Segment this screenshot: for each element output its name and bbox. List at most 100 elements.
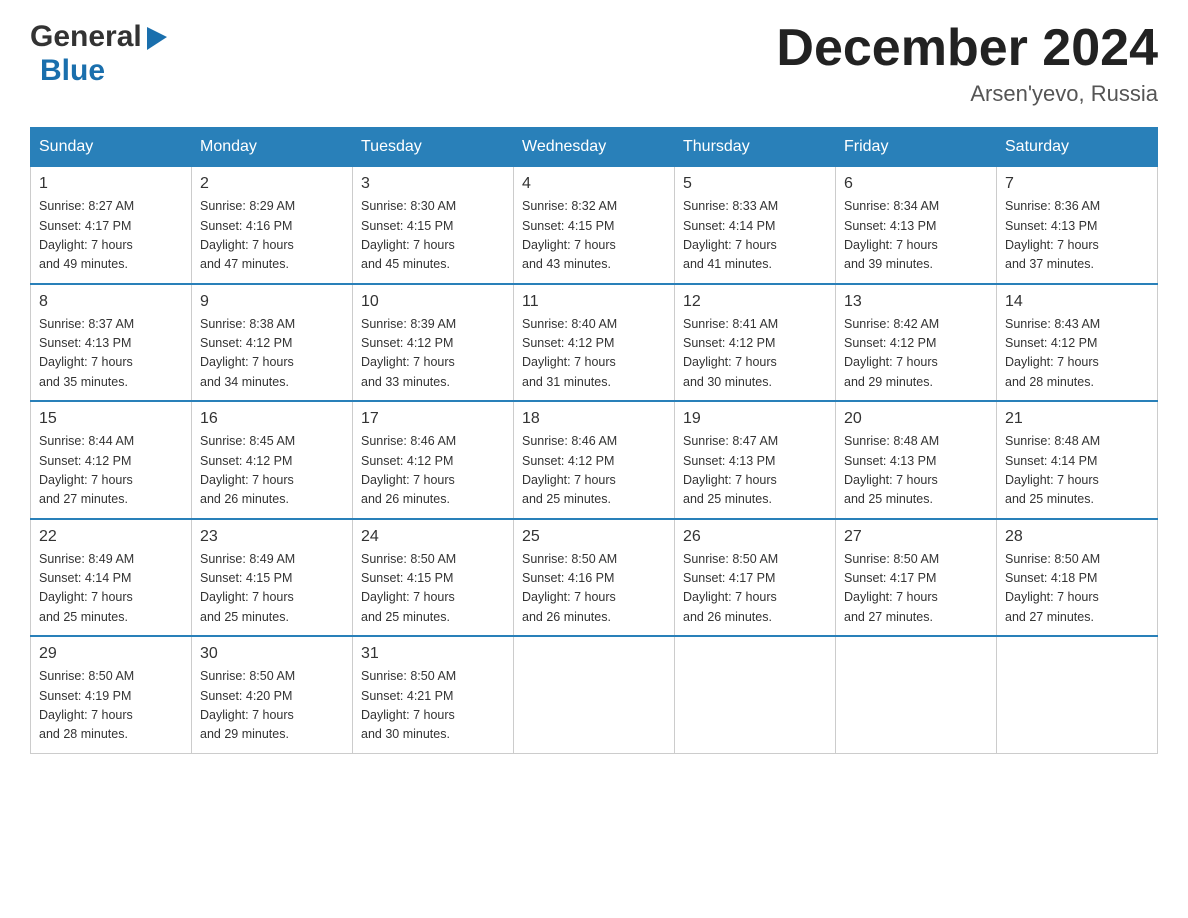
day-info: Sunrise: 8:46 AMSunset: 4:12 PMDaylight:… [361, 432, 505, 510]
table-row [514, 636, 675, 753]
table-row: 6 Sunrise: 8:34 AMSunset: 4:13 PMDaylight… [836, 167, 997, 284]
weekday-header-row: SundayMondayTuesdayWednesdayThursdayFrid… [31, 128, 1158, 167]
day-info: Sunrise: 8:40 AMSunset: 4:12 PMDaylight:… [522, 315, 666, 393]
day-info: Sunrise: 8:32 AMSunset: 4:15 PMDaylight:… [522, 197, 666, 275]
day-number: 21 [1005, 410, 1149, 428]
day-info: Sunrise: 8:47 AMSunset: 4:13 PMDaylight:… [683, 432, 827, 510]
day-number: 4 [522, 175, 666, 193]
table-row: 26 Sunrise: 8:50 AMSunset: 4:17 PMDayligh… [675, 519, 836, 637]
day-number: 29 [39, 645, 183, 663]
logo-general-text: General [30, 20, 142, 54]
table-row: 3 Sunrise: 8:30 AMSunset: 4:15 PMDaylight… [353, 167, 514, 284]
day-number: 13 [844, 293, 988, 311]
weekday-header-monday: Monday [192, 128, 353, 167]
day-number: 6 [844, 175, 988, 193]
table-row: 20 Sunrise: 8:48 AMSunset: 4:13 PMDayligh… [836, 401, 997, 519]
day-info: Sunrise: 8:50 AMSunset: 4:20 PMDaylight:… [200, 667, 344, 745]
day-info: Sunrise: 8:50 AMSunset: 4:17 PMDaylight:… [683, 550, 827, 628]
day-info: Sunrise: 8:30 AMSunset: 4:15 PMDaylight:… [361, 197, 505, 275]
day-info: Sunrise: 8:48 AMSunset: 4:13 PMDaylight:… [844, 432, 988, 510]
table-row: 17Sunrise: 8:46 AMSunset: 4:12 PMDayligh… [353, 401, 514, 519]
weekday-header-saturday: Saturday [997, 128, 1158, 167]
day-info: Sunrise: 8:48 AMSunset: 4:14 PMDaylight:… [1005, 432, 1149, 510]
day-info: Sunrise: 8:29 AMSunset: 4:16 PMDaylight:… [200, 197, 344, 275]
logo-arrow-icon [142, 22, 172, 52]
calendar-week-4: 22Sunrise: 8:49 AMSunset: 4:14 PMDayligh… [31, 519, 1158, 637]
day-number: 14 [1005, 293, 1149, 311]
month-title: December 2024 [776, 20, 1158, 77]
day-number: 3 [361, 175, 505, 193]
calendar-week-5: 29 Sunrise: 8:50 AMSunset: 4:19 PMDayligh… [31, 636, 1158, 753]
table-row: 10 Sunrise: 8:39 AMSunset: 4:12 PMDayligh… [353, 284, 514, 402]
table-row: 28 Sunrise: 8:50 AMSunset: 4:18 PMDayligh… [997, 519, 1158, 637]
day-info: Sunrise: 8:33 AMSunset: 4:14 PMDaylight:… [683, 197, 827, 275]
weekday-header-friday: Friday [836, 128, 997, 167]
day-info: Sunrise: 8:50 AMSunset: 4:19 PMDaylight:… [39, 667, 183, 745]
day-number: 9 [200, 293, 344, 311]
logo-blue-text: Blue [40, 54, 105, 87]
table-row: 1Sunrise: 8:27 AMSunset: 4:17 PMDaylight… [31, 167, 192, 284]
day-number: 20 [844, 410, 988, 428]
table-row [997, 636, 1158, 753]
day-number: 1 [39, 175, 183, 193]
table-row: 21 Sunrise: 8:48 AMSunset: 4:14 PMDayligh… [997, 401, 1158, 519]
day-number: 28 [1005, 528, 1149, 546]
table-row: 24Sunrise: 8:50 AMSunset: 4:15 PMDayligh… [353, 519, 514, 637]
day-info: Sunrise: 8:50 AMSunset: 4:18 PMDaylight:… [1005, 550, 1149, 628]
day-number: 2 [200, 175, 344, 193]
table-row: 13 Sunrise: 8:42 AMSunset: 4:12 PMDayligh… [836, 284, 997, 402]
table-row: 8 Sunrise: 8:37 AMSunset: 4:13 PMDaylight… [31, 284, 192, 402]
day-info: Sunrise: 8:41 AMSunset: 4:12 PMDaylight:… [683, 315, 827, 393]
day-number: 30 [200, 645, 344, 663]
day-info: Sunrise: 8:50 AMSunset: 4:21 PMDaylight:… [361, 667, 505, 745]
day-info: Sunrise: 8:43 AMSunset: 4:12 PMDaylight:… [1005, 315, 1149, 393]
calendar-week-3: 15Sunrise: 8:44 AMSunset: 4:12 PMDayligh… [31, 401, 1158, 519]
table-row: 11 Sunrise: 8:40 AMSunset: 4:12 PMDayligh… [514, 284, 675, 402]
logo: General Blue [30, 20, 172, 88]
day-info: Sunrise: 8:42 AMSunset: 4:12 PMDaylight:… [844, 315, 988, 393]
day-info: Sunrise: 8:34 AMSunset: 4:13 PMDaylight:… [844, 197, 988, 275]
day-number: 11 [522, 293, 666, 311]
table-row: 22Sunrise: 8:49 AMSunset: 4:14 PMDayligh… [31, 519, 192, 637]
location: Arsen'yevo, Russia [776, 81, 1158, 107]
day-info: Sunrise: 8:49 AMSunset: 4:14 PMDaylight:… [39, 550, 183, 628]
table-row: 4 Sunrise: 8:32 AMSunset: 4:15 PMDaylight… [514, 167, 675, 284]
weekday-header-sunday: Sunday [31, 128, 192, 167]
table-row: 16 Sunrise: 8:45 AMSunset: 4:12 PMDayligh… [192, 401, 353, 519]
table-row: 12 Sunrise: 8:41 AMSunset: 4:12 PMDayligh… [675, 284, 836, 402]
title-area: December 2024 Arsen'yevo, Russia [776, 20, 1158, 107]
table-row: 15Sunrise: 8:44 AMSunset: 4:12 PMDayligh… [31, 401, 192, 519]
day-number: 25 [522, 528, 666, 546]
table-row [836, 636, 997, 753]
weekday-header-wednesday: Wednesday [514, 128, 675, 167]
day-number: 8 [39, 293, 183, 311]
day-number: 23 [200, 528, 344, 546]
day-number: 16 [200, 410, 344, 428]
day-number: 26 [683, 528, 827, 546]
weekday-header-thursday: Thursday [675, 128, 836, 167]
table-row: 31Sunrise: 8:50 AMSunset: 4:21 PMDayligh… [353, 636, 514, 753]
weekday-header-tuesday: Tuesday [353, 128, 514, 167]
day-number: 5 [683, 175, 827, 193]
table-row: 19 Sunrise: 8:47 AMSunset: 4:13 PMDayligh… [675, 401, 836, 519]
day-number: 19 [683, 410, 827, 428]
table-row: 29 Sunrise: 8:50 AMSunset: 4:19 PMDayligh… [31, 636, 192, 753]
day-info: Sunrise: 8:49 AMSunset: 4:15 PMDaylight:… [200, 550, 344, 628]
table-row [675, 636, 836, 753]
day-number: 10 [361, 293, 505, 311]
day-number: 7 [1005, 175, 1149, 193]
day-number: 27 [844, 528, 988, 546]
calendar-table: SundayMondayTuesdayWednesdayThursdayFrid… [30, 127, 1158, 754]
day-info: Sunrise: 8:39 AMSunset: 4:12 PMDaylight:… [361, 315, 505, 393]
day-info: Sunrise: 8:45 AMSunset: 4:12 PMDaylight:… [200, 432, 344, 510]
calendar-week-1: 1Sunrise: 8:27 AMSunset: 4:17 PMDaylight… [31, 167, 1158, 284]
day-info: Sunrise: 8:37 AMSunset: 4:13 PMDaylight:… [39, 315, 183, 393]
calendar-week-2: 8 Sunrise: 8:37 AMSunset: 4:13 PMDaylight… [31, 284, 1158, 402]
table-row: 25Sunrise: 8:50 AMSunset: 4:16 PMDayligh… [514, 519, 675, 637]
day-info: Sunrise: 8:46 AMSunset: 4:12 PMDaylight:… [522, 432, 666, 510]
day-number: 18 [522, 410, 666, 428]
table-row: 2 Sunrise: 8:29 AMSunset: 4:16 PMDaylight… [192, 167, 353, 284]
table-row: 23 Sunrise: 8:49 AMSunset: 4:15 PMDayligh… [192, 519, 353, 637]
day-info: Sunrise: 8:38 AMSunset: 4:12 PMDaylight:… [200, 315, 344, 393]
day-number: 12 [683, 293, 827, 311]
